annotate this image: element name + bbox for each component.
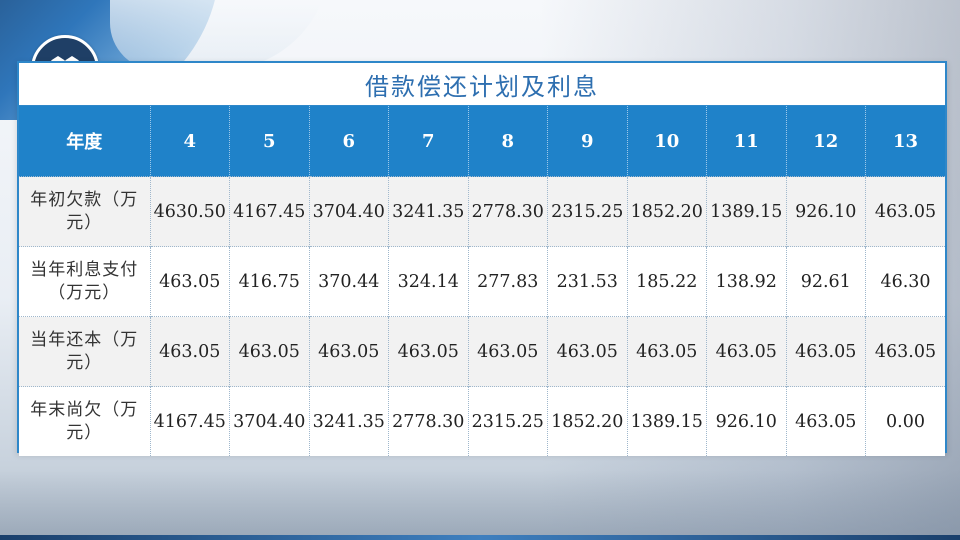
- table-cell: 463.05: [865, 176, 945, 247]
- table-cell: 4630.50: [150, 176, 230, 247]
- table-cell: 3704.40: [229, 386, 310, 456]
- table-cell: 1389.15: [706, 176, 787, 247]
- header-year: 11: [706, 106, 787, 177]
- table-cell: 2315.25: [468, 386, 548, 456]
- table-cell: 926.10: [706, 386, 787, 456]
- row-label: 年初欠款（万元）: [19, 176, 151, 247]
- header-year: 10: [627, 106, 707, 177]
- table-cell: 463.05: [468, 316, 548, 387]
- table-cell: 324.14: [388, 246, 469, 317]
- table-cell: 463.05: [627, 316, 707, 387]
- row-label: 当年利息支付（万元）: [19, 246, 151, 317]
- header-year-label: 年度: [19, 106, 151, 177]
- table-cell: 416.75: [229, 246, 310, 317]
- header-year: 4: [150, 106, 230, 177]
- table-cell: 3704.40: [309, 176, 389, 247]
- table-row: 年末尚欠（万元） 4167.45 3704.40 3241.35 2778.30…: [19, 386, 945, 456]
- header-year: 13: [865, 106, 945, 177]
- table-cell: 463.05: [706, 316, 787, 387]
- table-cell: 4167.45: [229, 176, 310, 247]
- header-year: 9: [547, 106, 628, 177]
- table-cell: 1852.20: [547, 386, 628, 456]
- header-year: 12: [786, 106, 866, 177]
- table-cell: 3241.35: [309, 386, 389, 456]
- table-cell: 463.05: [865, 316, 945, 387]
- background-bottom-shade: [0, 470, 960, 540]
- table-cell: 463.05: [229, 316, 310, 387]
- table-header-row: 年度 4 5 6 7 8 9 10 11 12 13: [19, 106, 945, 177]
- table-cell: 1389.15: [627, 386, 707, 456]
- table-cell: 463.05: [150, 316, 230, 387]
- table-row: 年初欠款（万元） 4630.50 4167.45 3704.40 3241.35…: [19, 176, 945, 247]
- table-cell: 92.61: [786, 246, 866, 317]
- table-cell: 463.05: [786, 386, 866, 456]
- table-cell: 2315.25: [547, 176, 628, 247]
- header-year: 6: [309, 106, 389, 177]
- table-cell: 463.05: [150, 246, 230, 317]
- table-cell: 1852.20: [627, 176, 707, 247]
- table-row: 当年利息支付（万元） 463.05 416.75 370.44 324.14 2…: [19, 246, 945, 317]
- header-year: 8: [468, 106, 548, 177]
- table-cell: 2778.30: [388, 386, 469, 456]
- table-cell: 0.00: [865, 386, 945, 456]
- table-cell: 463.05: [786, 316, 866, 387]
- bottom-accent-bar: [0, 535, 960, 540]
- header-year: 5: [229, 106, 310, 177]
- row-label: 当年还本（万元）: [19, 316, 151, 387]
- table-row: 当年还本（万元） 463.05 463.05 463.05 463.05 463…: [19, 316, 945, 387]
- table-cell: 370.44: [309, 246, 389, 317]
- table-cell: 2778.30: [468, 176, 548, 247]
- row-label: 年末尚欠（万元）: [19, 386, 151, 456]
- loan-table-panel: 借款偿还计划及利息 年度 4 5 6 7 8 9 10 11 12 13 年初欠…: [17, 61, 947, 456]
- table-cell: 4167.45: [150, 386, 230, 456]
- table-cell: 138.92: [706, 246, 787, 317]
- table-cell: 185.22: [627, 246, 707, 317]
- table-cell: 277.83: [468, 246, 548, 317]
- table-title: 借款偿还计划及利息: [365, 72, 599, 101]
- header-year: 7: [388, 106, 469, 177]
- table-cell: 926.10: [786, 176, 866, 247]
- table-cell: 46.30: [865, 246, 945, 317]
- table-cell: 3241.35: [388, 176, 469, 247]
- background-highlight: [110, 0, 330, 70]
- table-cell: 231.53: [547, 246, 628, 317]
- table-cell: 463.05: [547, 316, 628, 387]
- table-title-bar: 借款偿还计划及利息: [19, 63, 945, 106]
- table-cell: 463.05: [309, 316, 389, 387]
- table-cell: 463.05: [388, 316, 469, 387]
- loan-repayment-table: 年度 4 5 6 7 8 9 10 11 12 13 年初欠款（万元） 4630…: [19, 106, 945, 456]
